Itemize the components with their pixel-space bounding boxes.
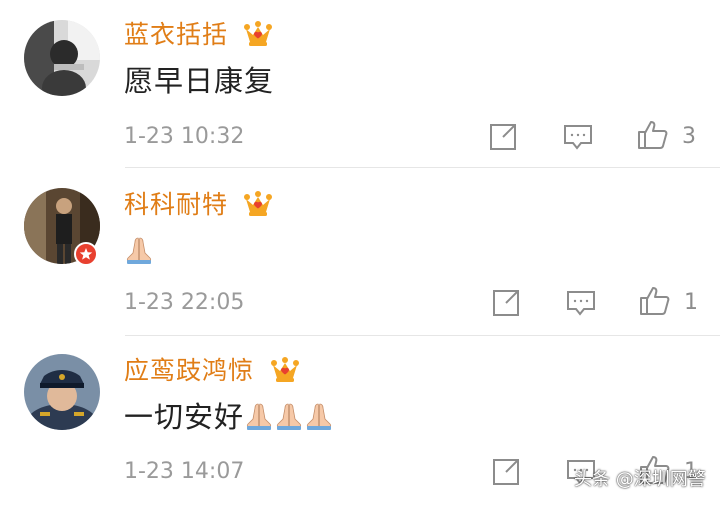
share-icon[interactable] (489, 286, 523, 320)
vip-crown-icon (243, 190, 273, 218)
avatar-grayscale-child-icon (24, 20, 100, 96)
like-icon[interactable] (638, 284, 672, 318)
like-count: 3 (682, 124, 696, 149)
share-icon[interactable] (486, 120, 520, 154)
comment-icon[interactable] (561, 120, 595, 154)
like-count: 1 (684, 290, 698, 315)
comment-time: 1-23 22:05 (124, 290, 245, 315)
username[interactable]: 科科耐特 (124, 190, 228, 220)
folded-hands-emoji-icon (124, 235, 154, 265)
comment-text: 愿早日康复 (124, 64, 275, 98)
like-icon[interactable] (636, 118, 670, 152)
comment-text (124, 234, 154, 268)
red-star-badge-icon (74, 242, 98, 266)
avatar[interactable] (24, 354, 100, 430)
comment-item: 科科耐特 1-23 22:05 1 (0, 168, 720, 336)
watermark: 头条 @深圳网警 (574, 469, 706, 490)
vip-crown-icon (243, 20, 273, 48)
comment-time: 1-23 14:07 (124, 459, 245, 484)
share-icon[interactable] (489, 455, 523, 489)
comment-item: 蓝衣括括 愿早日康复 1-23 10:32 3 (0, 0, 720, 168)
username[interactable]: 蓝衣括括 (124, 20, 228, 50)
comment-time: 1-23 10:32 (124, 124, 245, 149)
avatar-officer-cap-icon (24, 354, 100, 430)
folded-hands-emoji-icon (274, 401, 304, 431)
avatar[interactable] (24, 20, 100, 96)
folded-hands-emoji-icon (244, 401, 274, 431)
comment-icon[interactable] (564, 286, 598, 320)
vip-crown-icon (270, 356, 300, 384)
comment-text-content: 一切安好 (124, 400, 245, 434)
comment-text: 一切安好 (124, 400, 334, 434)
folded-hands-emoji-icon (304, 401, 334, 431)
username[interactable]: 应鸾跂鸿惊 (124, 356, 254, 386)
